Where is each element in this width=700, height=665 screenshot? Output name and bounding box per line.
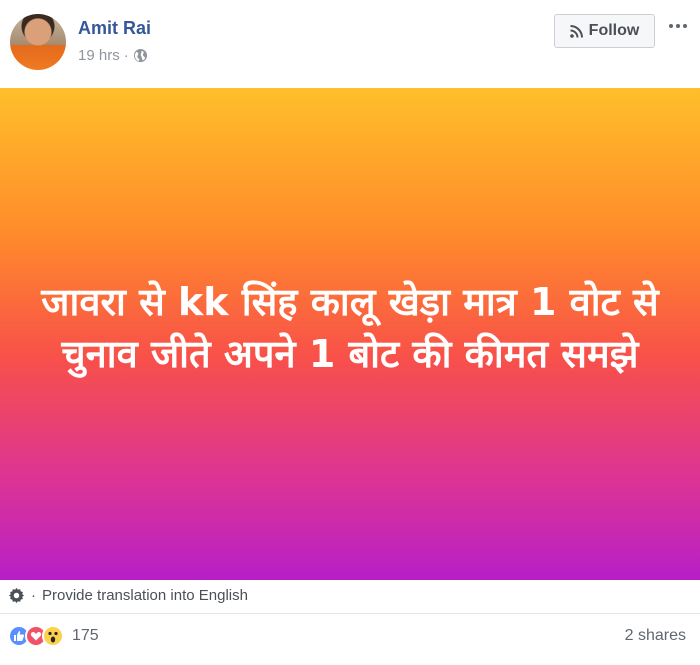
status-card: जावरा से kk सिंह कालू खेड़ा मात्र 1 वोट …: [0, 88, 700, 580]
follow-label: Follow: [588, 22, 640, 39]
meta-separator: ·: [123, 47, 129, 64]
divider: [0, 613, 700, 614]
shares-count[interactable]: 2 shares: [625, 627, 686, 645]
reaction-count: 175: [72, 627, 99, 644]
reactions-summary[interactable]: 175: [8, 624, 99, 648]
follow-button[interactable]: Follow: [554, 14, 655, 48]
more-options-icon[interactable]: [664, 14, 692, 38]
avatar[interactable]: [10, 14, 66, 70]
rss-icon: [569, 24, 583, 38]
translate-link[interactable]: · Provide translation into English: [8, 584, 248, 606]
gear-icon: [8, 587, 25, 604]
translate-label: Provide translation into English: [42, 586, 248, 604]
globe-icon[interactable]: [133, 48, 148, 63]
post-time[interactable]: 19 hrs: [78, 47, 120, 64]
status-text: जावरा से kk सिंह कालू खेड़ा मात्र 1 वोट …: [41, 280, 659, 376]
wow-icon: [42, 625, 64, 647]
post-header: Amit Rai 19 hrs · Follow: [0, 0, 700, 86]
author-name[interactable]: Amit Rai: [78, 18, 151, 39]
post-meta: 19 hrs ·: [78, 47, 148, 64]
translate-separator: ·: [31, 586, 36, 604]
